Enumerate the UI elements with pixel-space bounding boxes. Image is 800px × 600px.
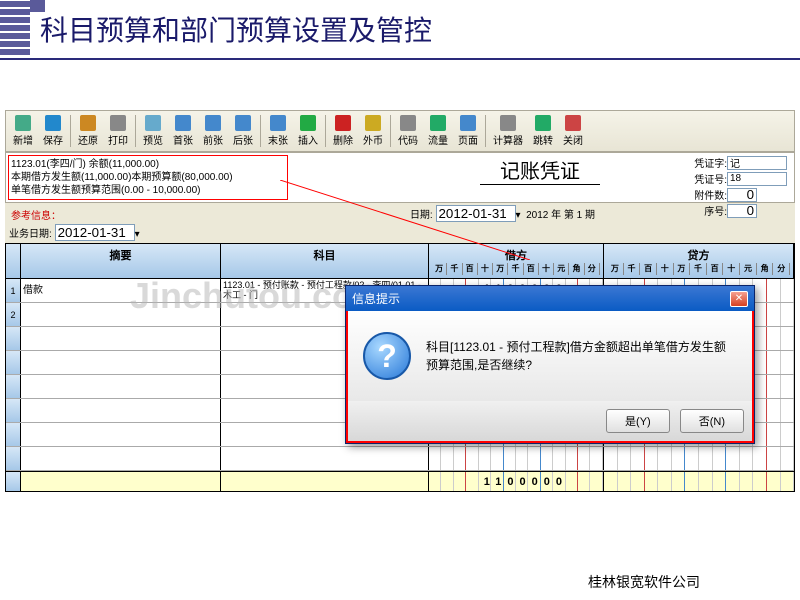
- voucher-meta: 凭证字: 凭证号: 附件数: 序号:: [687, 155, 787, 219]
- slide-title: 科目预算和部门预算设置及管控: [40, 9, 432, 49]
- date-label: 日期:: [410, 210, 433, 221]
- document-header: 记账凭证 凭证字: 凭证号: 附件数: 序号:: [288, 155, 792, 200]
- info-area: 1123.01(李四/门) 余额(11,000.00) 本期借方发生额(11,0…: [5, 152, 795, 203]
- attach-input[interactable]: [727, 188, 757, 202]
- document-title: 记账凭证: [480, 155, 600, 185]
- toolbar-删除[interactable]: 删除: [328, 113, 358, 149]
- toolbar-插入[interactable]: 插入: [293, 113, 323, 149]
- info-line: 1123.01(李四/门) 余额(11,000.00): [11, 158, 285, 171]
- budget-info-box: 1123.01(李四/门) 余额(11,000.00) 本期借方发生额(11,0…: [8, 155, 288, 200]
- vtype-input[interactable]: [727, 156, 787, 170]
- col-account: 科目: [221, 244, 429, 278]
- toolbar: 新增保存还原打印预览首张前张后张末张插入删除外币代码流量页面计算器跳转关闭: [5, 110, 795, 152]
- toolbar-新增[interactable]: 新增: [8, 113, 38, 149]
- attach-label: 附件数:: [687, 187, 727, 202]
- toolbar-页面[interactable]: 页面: [453, 113, 483, 149]
- dialog-title: 信息提示: [352, 290, 400, 307]
- toolbar-后张[interactable]: 后张: [228, 113, 258, 149]
- vno-input[interactable]: [727, 172, 787, 186]
- date-bar: 参考信息： 业务日期: ▾ 日期: ▾ 2012 年 第 1 期: [5, 203, 795, 243]
- grid-header: 摘要 科目 借方 万千百十万千百十元角分 贷方 万千百十万千百十元角分: [6, 244, 794, 279]
- dialog-titlebar[interactable]: 信息提示 ✕: [346, 286, 754, 311]
- footer-company: 桂林银宽软件公司: [588, 572, 700, 592]
- toolbar-还原[interactable]: 还原: [73, 113, 103, 149]
- period-text: 2012 年 第 1 期: [526, 210, 595, 221]
- dialog-message: 科目[1123.01 - 预付工程款]借方金额超出单笔借方发生额预算范围,是否继…: [426, 338, 737, 374]
- col-summary: 摘要: [21, 244, 221, 278]
- toolbar-末张[interactable]: 末张: [263, 113, 293, 149]
- yes-button[interactable]: 是(Y): [606, 409, 670, 433]
- debit-label: 借方: [432, 247, 600, 263]
- info-line: 本期借方发生额(11,000.00)本期预算额(80,000.00): [11, 171, 285, 184]
- biz-date-input[interactable]: [55, 224, 135, 241]
- col-num: [6, 244, 21, 278]
- col-debit: 借方 万千百十万千百十元角分: [429, 244, 604, 278]
- toolbar-保存[interactable]: 保存: [38, 113, 68, 149]
- toolbar-预览[interactable]: 预览: [138, 113, 168, 149]
- message-dialog: 信息提示 ✕ ? 科目[1123.01 - 预付工程款]借方金额超出单笔借方发生…: [345, 285, 755, 444]
- ref-label: 参考信息：: [11, 207, 61, 222]
- header-decoration: [0, 0, 30, 55]
- table-row[interactable]: [6, 447, 794, 471]
- date-input[interactable]: [436, 205, 516, 222]
- toolbar-打印[interactable]: 打印: [103, 113, 133, 149]
- toolbar-跳转[interactable]: 跳转: [528, 113, 558, 149]
- toolbar-关闭[interactable]: 关闭: [558, 113, 588, 149]
- col-credit: 贷方 万千百十万千百十元角分: [604, 244, 794, 278]
- vtype-label: 凭证字:: [687, 155, 727, 170]
- info-line: 单笔借方发生额预算范围(0.00 - 10,000.00): [11, 184, 285, 197]
- toolbar-首张[interactable]: 首张: [168, 113, 198, 149]
- no-button[interactable]: 否(N): [680, 409, 744, 433]
- toolbar-代码[interactable]: 代码: [393, 113, 423, 149]
- total-debit: 1100000: [484, 476, 568, 488]
- close-icon[interactable]: ✕: [730, 291, 748, 307]
- toolbar-流量[interactable]: 流量: [423, 113, 453, 149]
- seq-input[interactable]: [727, 204, 757, 218]
- toolbar-外币[interactable]: 外币: [358, 113, 388, 149]
- slide-header: 科目预算和部门预算设置及管控: [0, 0, 800, 60]
- credit-label: 贷方: [607, 247, 790, 263]
- dialog-body: ? 科目[1123.01 - 预付工程款]借方金额超出单笔借方发生额预算范围,是…: [346, 311, 754, 401]
- dialog-footer: 是(Y) 否(N): [346, 401, 754, 443]
- vno-label: 凭证号:: [687, 171, 727, 186]
- seq-label: 序号:: [687, 203, 727, 218]
- question-icon: ?: [363, 332, 411, 380]
- toolbar-前张[interactable]: 前张: [198, 113, 228, 149]
- toolbar-计算器[interactable]: 计算器: [488, 113, 528, 149]
- biz-date-label: 业务日期:: [9, 229, 52, 240]
- total-row: 1100000: [6, 471, 794, 491]
